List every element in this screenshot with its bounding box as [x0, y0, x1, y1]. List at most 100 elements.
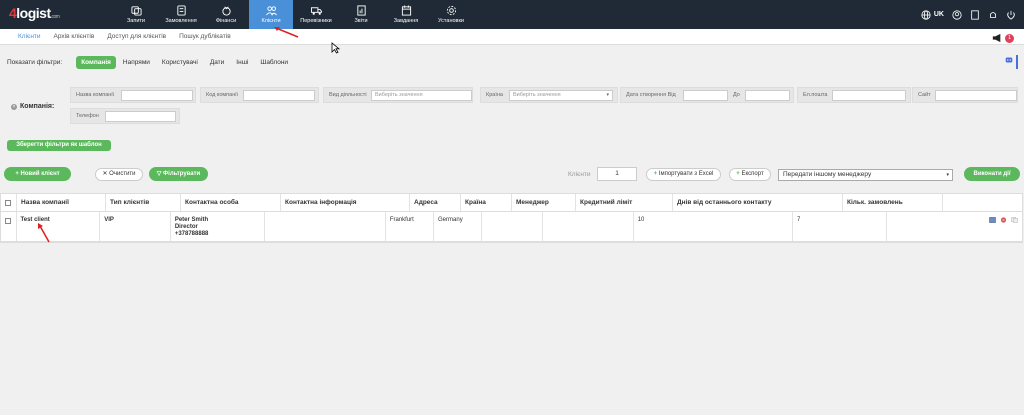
filter-button[interactable]: ▽ Фільтрувати: [149, 167, 208, 181]
header-days-since-contact[interactable]: Днів від останнього контакту: [673, 194, 843, 211]
chevron-down-icon: ▾: [946, 172, 949, 178]
header-orders-count[interactable]: Кільк. замовлень: [843, 194, 943, 211]
megaphone-icon: [992, 33, 1001, 43]
page-input[interactable]: 1: [597, 167, 637, 181]
subnav-archive[interactable]: Архів клієнтів: [54, 33, 95, 40]
header-company-name[interactable]: Назва компанії: [17, 194, 106, 211]
clear-button[interactable]: ✕ Очистити: [95, 168, 143, 181]
save-filter-template-button[interactable]: Зберегти фільтри як шаблон: [7, 140, 111, 151]
settings-icon: [446, 5, 456, 16]
nav-settings[interactable]: Установки: [429, 0, 473, 29]
tasks-icon: [401, 5, 411, 16]
nav-finance[interactable]: Фінанси: [204, 0, 248, 29]
filter-tab-other[interactable]: Інші: [231, 56, 253, 69]
created-to-input[interactable]: [745, 90, 790, 101]
nav-orders[interactable]: Замовлення: [159, 0, 203, 29]
select-all-checkbox[interactable]: [5, 200, 11, 206]
top-navbar: 4logist.com Запити Замовлення Фінанси Кл…: [0, 0, 1024, 29]
select-all-cell: [1, 194, 17, 211]
header-manager[interactable]: Менеджер: [512, 194, 576, 211]
clients-table: Назва компанії Тип клієнтів Контактна ос…: [0, 193, 1023, 243]
table-header: Назва компанії Тип клієнтів Контактна ос…: [1, 194, 1022, 212]
company-filter-panel: × Компанія: Назва компанії Код компанії …: [6, 82, 1018, 130]
company-name-input[interactable]: [121, 90, 193, 101]
new-client-button[interactable]: + Новий клієнт: [4, 167, 71, 181]
subnav-client-access[interactable]: Доступ для клієнтів: [107, 33, 166, 40]
cell-actions: [887, 212, 1022, 241]
export-button[interactable]: + Експорт: [729, 168, 771, 181]
bell-icon[interactable]: [988, 10, 998, 20]
assistant-icon[interactable]: [1004, 55, 1018, 69]
country-select[interactable]: Виберіть значення ▾: [509, 90, 613, 101]
nav-reports[interactable]: Звіти: [339, 0, 383, 29]
filter-tab-dates[interactable]: Дати: [205, 56, 229, 69]
header-contact-info[interactable]: Контактна інформація: [281, 194, 410, 211]
company-name-field: Назва компанії: [70, 87, 196, 103]
email-input[interactable]: [832, 90, 906, 101]
requests-icon: [130, 6, 142, 16]
header-contact-person[interactable]: Контактна особа: [181, 194, 281, 211]
top-right-tools: UK: [921, 0, 1016, 29]
cell-manager: [482, 212, 543, 241]
row-checkbox[interactable]: [5, 218, 11, 224]
mouse-cursor-icon: [331, 42, 341, 54]
clients-subnav: Клієнти Архів клієнтів Доступ для клієнт…: [0, 29, 1024, 45]
user-icon[interactable]: [952, 9, 962, 20]
subnav-clients[interactable]: Клієнти: [18, 33, 41, 40]
filter-tab-templates[interactable]: Шаблони: [255, 56, 293, 69]
transfer-manager-select[interactable]: Передати іншому менеджеру ▾: [778, 169, 953, 181]
cell-orders-count: 7: [793, 212, 887, 241]
edit-icon[interactable]: [989, 217, 996, 223]
annotation-arrow-test-client: [38, 223, 50, 243]
cell-country: Germany: [434, 212, 483, 241]
announcements[interactable]: 1: [992, 31, 1020, 45]
site-field: Сайт: [912, 87, 1018, 103]
copy-icon[interactable]: [1011, 217, 1018, 223]
list-toolbar: + Новий клієнт ✕ Очистити ▽ Фільтрувати …: [0, 163, 1024, 185]
company-code-field: Код компанії: [200, 87, 319, 103]
subnav-duplicates[interactable]: Пошук дублікатів: [179, 33, 231, 40]
language-selector[interactable]: UK: [934, 11, 944, 18]
filter-tab-company[interactable]: Компанія: [76, 55, 116, 69]
header-client-type[interactable]: Тип клієнтів: [106, 194, 181, 211]
email-field: Ел.пошта: [797, 87, 911, 103]
delete-icon[interactable]: [1000, 217, 1007, 223]
chevron-down-icon: ▾: [606, 92, 609, 98]
nav-tasks[interactable]: Завдання: [384, 0, 428, 29]
annotation-arrow-clients: [274, 27, 299, 38]
header-address[interactable]: Адреса: [410, 194, 461, 211]
table-row[interactable]: Test client VIP Peter Smith Director +37…: [1, 212, 1022, 242]
header-credit-limit[interactable]: Кредитний ліміт: [576, 194, 673, 211]
filter-tab-users[interactable]: Користувачі: [157, 56, 203, 69]
cell-address: Frankfurt: [386, 212, 435, 241]
logout-icon[interactable]: [1006, 10, 1016, 20]
import-excel-button[interactable]: + Імпортувати з Excel: [646, 168, 721, 181]
cell-days-since-contact: 10: [634, 212, 794, 241]
document-icon[interactable]: [970, 9, 980, 20]
company-filter-label: Компанія:: [20, 103, 55, 110]
nav-requests[interactable]: Запити: [114, 0, 158, 29]
filter-tab-directions[interactable]: Напрями: [118, 56, 155, 69]
header-actions: [943, 194, 1022, 211]
phone-input[interactable]: [105, 111, 176, 122]
country-field: Країна Виберіть значення ▾: [480, 87, 618, 103]
created-date-field: Дата створення Від До: [620, 87, 794, 103]
header-country[interactable]: Країна: [461, 194, 512, 211]
execute-actions-button[interactable]: Виконати дії: [964, 167, 1020, 181]
clients-icon: [265, 6, 277, 16]
truck-icon: [310, 7, 322, 15]
logo[interactable]: 4logist.com: [9, 5, 60, 21]
cell-company-name[interactable]: Test client: [17, 212, 101, 241]
company-code-input[interactable]: [243, 90, 315, 101]
cell-contact-person: Peter Smith Director +378788888: [171, 212, 265, 241]
row-select-cell: [1, 212, 17, 241]
clients-per-page-label: Клієнти: [568, 171, 591, 178]
remove-filter-icon[interactable]: ×: [11, 104, 17, 110]
created-from-input[interactable]: [683, 90, 728, 101]
cell-contact-info: [265, 212, 386, 241]
activity-select[interactable]: Виберіть значення: [371, 90, 472, 101]
site-input[interactable]: [935, 90, 1017, 101]
globe-icon[interactable]: [921, 9, 931, 20]
activity-field: Вид діяльності Виберіть значення: [323, 87, 473, 103]
cell-credit-limit: [543, 212, 634, 241]
